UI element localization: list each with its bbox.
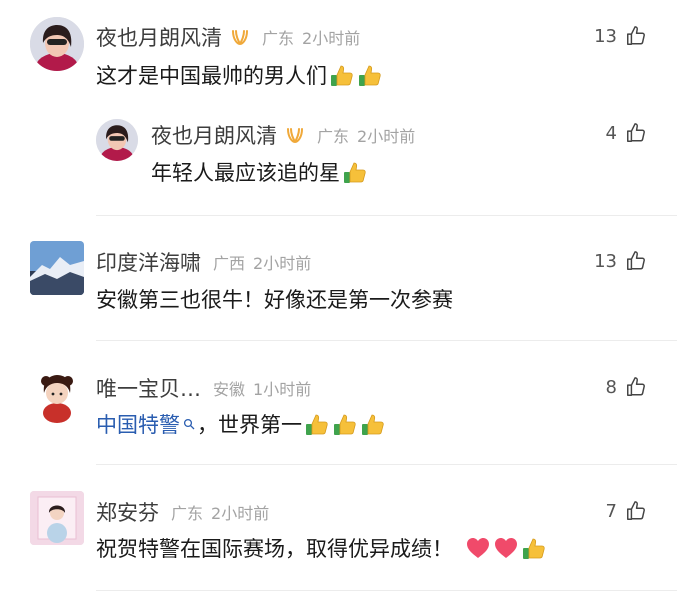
timestamp: 2小时前 bbox=[211, 504, 270, 523]
thumbs-up-emoji bbox=[304, 411, 330, 437]
region: 广东 bbox=[171, 504, 204, 523]
divider bbox=[96, 590, 677, 591]
timestamp: 2小时前 bbox=[357, 127, 416, 146]
username[interactable]: 夜也月朗风清 bbox=[151, 120, 277, 150]
vip-badge-icon bbox=[230, 27, 250, 47]
timestamp: 1小时前 bbox=[253, 380, 312, 399]
comment-text: 安徽第三也很牛！好像还是第一次参赛 bbox=[96, 284, 453, 314]
comment-body: 这才是中国最帅的男人们 bbox=[96, 64, 327, 88]
thumbs-up-outline-icon bbox=[625, 250, 647, 272]
like-button[interactable]: 4 bbox=[606, 122, 647, 144]
comment-meta: 印度洋海啸 广西 2小时前 bbox=[96, 247, 311, 277]
comment-text: 这才是中国最帅的男人们 bbox=[96, 60, 383, 90]
like-button[interactable]: 8 bbox=[606, 376, 647, 398]
like-count: 13 bbox=[594, 250, 617, 272]
like-button[interactable]: 13 bbox=[594, 25, 647, 47]
comment-meta: 郑安芬 广东 2小时前 bbox=[96, 497, 269, 527]
avatar[interactable] bbox=[30, 491, 84, 545]
thumbs-up-outline-icon bbox=[625, 500, 647, 522]
thumbs-up-outline-icon bbox=[625, 25, 647, 47]
region: 安徽 bbox=[213, 380, 246, 399]
comment-body: 安徽第三也很牛！好像还是第一次参赛 bbox=[96, 288, 453, 312]
comment-meta: 唯一宝贝… 安徽 1小时前 bbox=[96, 373, 311, 403]
comment-meta: 夜也月朗风清 广东 2小时前 bbox=[96, 22, 360, 52]
username[interactable]: 夜也月朗风清 bbox=[96, 22, 222, 52]
like-count: 13 bbox=[594, 25, 617, 47]
avatar[interactable] bbox=[30, 369, 84, 423]
thumbs-up-emoji bbox=[332, 411, 358, 437]
avatar[interactable] bbox=[30, 241, 84, 295]
like-button[interactable]: 13 bbox=[594, 250, 647, 272]
username[interactable]: 印度洋海啸 bbox=[96, 247, 201, 277]
region: 广西 bbox=[213, 254, 246, 273]
divider bbox=[96, 340, 677, 341]
like-count: 8 bbox=[605, 376, 617, 398]
thumbs-up-outline-icon bbox=[625, 376, 647, 398]
comment-item: 夜也月朗风清 广东 2小时前 13 这才是中国最帅的男人们 夜也月朗风清 广东 … bbox=[0, 0, 677, 215]
comment-text: 中国特警 ，世界第一 bbox=[96, 409, 386, 439]
thumbs-up-outline-icon bbox=[625, 122, 647, 144]
region: 广东 bbox=[262, 29, 295, 48]
like-count: 7 bbox=[605, 500, 617, 522]
reply-body: 年轻人最应该追的星 bbox=[151, 161, 340, 185]
thumbs-up-emoji bbox=[521, 535, 547, 561]
reply-text: 年轻人最应该追的星 bbox=[151, 157, 368, 187]
thumbs-up-emoji bbox=[357, 62, 383, 88]
username[interactable]: 郑安芬 bbox=[96, 497, 159, 527]
divider bbox=[96, 464, 677, 465]
vip-badge-icon bbox=[285, 125, 305, 145]
thumbs-up-emoji bbox=[342, 159, 368, 185]
heart-emoji bbox=[465, 535, 491, 561]
reply-meta: 夜也月朗风清 广东 2小时前 bbox=[151, 120, 415, 150]
search-icon bbox=[183, 418, 195, 430]
region: 广东 bbox=[317, 127, 350, 146]
like-button[interactable]: 7 bbox=[606, 500, 647, 522]
avatar[interactable] bbox=[30, 17, 84, 71]
divider bbox=[96, 215, 677, 216]
comment-text: 祝贺特警在国际赛场，取得优异成绩！ bbox=[96, 533, 547, 563]
topic-link[interactable]: 中国特警 bbox=[96, 409, 197, 439]
thumbs-up-emoji bbox=[360, 411, 386, 437]
comment-body: ，世界第一 bbox=[197, 413, 302, 437]
avatar[interactable] bbox=[96, 119, 138, 161]
comment-body: 祝贺特警在国际赛场，取得优异成绩！ bbox=[96, 537, 453, 561]
username[interactable]: 唯一宝贝… bbox=[96, 373, 201, 403]
like-count: 4 bbox=[605, 122, 617, 144]
thumbs-up-emoji bbox=[329, 62, 355, 88]
timestamp: 2小时前 bbox=[253, 254, 312, 273]
timestamp: 2小时前 bbox=[302, 29, 361, 48]
topic-link-label[interactable]: 中国特警 bbox=[96, 409, 180, 439]
heart-emoji bbox=[493, 535, 519, 561]
